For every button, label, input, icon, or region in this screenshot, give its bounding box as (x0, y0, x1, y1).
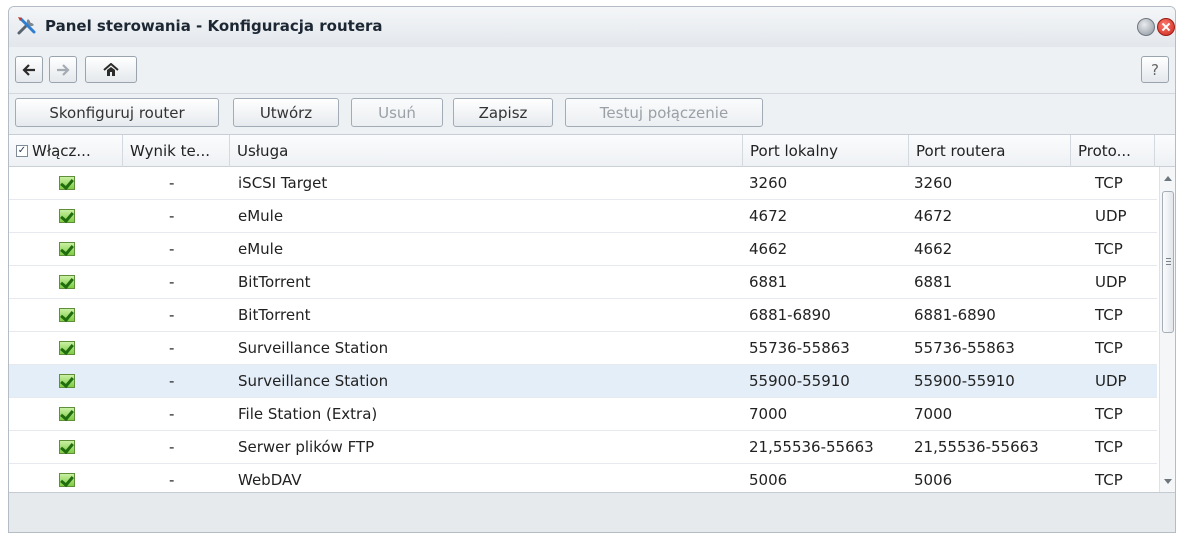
configure-router-button[interactable]: Skonfiguruj router (15, 98, 219, 127)
scroll-up-arrow-icon[interactable] (1164, 176, 1172, 181)
enabled-checkbox-icon[interactable] (59, 440, 75, 454)
cell-local-port: 4672 (749, 207, 788, 225)
table-row[interactable]: - iSCSI Target 3260 3260 TCP (9, 167, 1157, 200)
cell-local-port: 55900-55910 (749, 372, 850, 390)
cell-router-port: 55736-55863 (914, 339, 1015, 357)
header-router-port[interactable]: Port routera (909, 135, 1071, 167)
header-service[interactable]: Usługa (230, 135, 743, 167)
create-button[interactable]: Utwórz (233, 98, 339, 127)
table-row[interactable]: - BitTorrent 6881 6881 UDP (9, 266, 1157, 299)
enabled-checkbox-icon[interactable] (59, 407, 75, 421)
cell-service: eMule (238, 207, 284, 225)
router-config-window: Panel sterowania - Konfiguracja routera … (8, 6, 1176, 533)
cell-service: BitTorrent (238, 273, 311, 291)
cell-router-port: 21,55536-55663 (914, 438, 1039, 456)
port-forwarding-table: ✓ Włącz... Wynik te... Usługa Port lokaln… (9, 134, 1175, 497)
header-local-port[interactable]: Port lokalny (743, 135, 909, 167)
enabled-checkbox-icon[interactable] (59, 374, 75, 388)
cell-service: BitTorrent (238, 306, 311, 324)
arrow-right-icon (57, 63, 70, 76)
cell-protocol: TCP (1095, 438, 1123, 456)
cell-local-port: 4662 (749, 240, 788, 258)
table-row[interactable]: - eMule 4662 4662 TCP (9, 233, 1157, 266)
cell-service: Surveillance Station (238, 372, 389, 390)
cell-service: Surveillance Station (238, 339, 389, 357)
grip-icon (1166, 258, 1171, 265)
cell-result: - (169, 174, 175, 192)
cell-protocol: TCP (1095, 240, 1123, 258)
cell-protocol: UDP (1095, 273, 1127, 291)
table-row[interactable]: - BitTorrent 6881-6890 6881-6890 TCP (9, 299, 1157, 332)
cell-local-port: 21,55536-55663 (749, 438, 874, 456)
cell-router-port: 55900-55910 (914, 372, 1015, 390)
cell-local-port: 6881-6890 (749, 306, 831, 324)
arrow-left-icon (22, 63, 35, 76)
cell-protocol: TCP (1095, 405, 1123, 423)
cell-local-port: 7000 (749, 405, 788, 423)
table-row[interactable]: - Surveillance Station 55900-55910 55900-55… (9, 365, 1157, 398)
table-row[interactable]: - Serwer plików FTP 21,55536-55663 21,55536… (9, 431, 1157, 464)
home-icon (103, 62, 119, 76)
header-enabled[interactable]: ✓ Włącz... (9, 135, 123, 167)
window-title: Panel sterowania - Konfiguracja routera (45, 17, 383, 35)
cell-local-port: 55736-55863 (749, 339, 850, 357)
cell-result: - (169, 306, 175, 324)
table-row[interactable]: - Surveillance Station 55736-55863 55736-55… (9, 332, 1157, 365)
cell-protocol: TCP (1095, 339, 1123, 357)
cell-router-port: 7000 (914, 405, 953, 423)
cell-service: iSCSI Target (238, 174, 328, 192)
table-row[interactable]: - File Station (Extra) 7000 7000 TCP (9, 398, 1157, 431)
cell-local-port: 6881 (749, 273, 788, 291)
cell-service: eMule (238, 240, 284, 258)
select-all-checkbox[interactable]: ✓ (16, 144, 28, 157)
cell-service: File Station (Extra) (238, 405, 378, 423)
cell-service: Serwer plików FTP (238, 438, 375, 456)
cell-protocol: UDP (1095, 372, 1127, 390)
enabled-checkbox-icon[interactable] (59, 308, 75, 322)
title-bar[interactable]: Panel sterowania - Konfiguracja routera (9, 7, 1175, 47)
forward-button[interactable] (49, 56, 77, 83)
cell-router-port: 6881-6890 (914, 306, 996, 324)
enabled-checkbox-icon[interactable] (59, 242, 75, 256)
scroll-down-arrow-icon[interactable] (1164, 479, 1172, 484)
status-bar (9, 492, 1175, 532)
navigation-bar: ? (9, 47, 1175, 93)
delete-button[interactable]: Usuń (351, 98, 443, 127)
enabled-checkbox-icon[interactable] (59, 473, 75, 487)
cell-result: - (169, 372, 175, 390)
cell-result: - (169, 273, 175, 291)
minimize-button[interactable] (1137, 18, 1155, 36)
table-header: ✓ Włącz... Wynik te... Usługa Port lokaln… (9, 135, 1175, 167)
enabled-checkbox-icon[interactable] (59, 341, 75, 355)
scroll-thumb[interactable] (1162, 191, 1174, 333)
cell-router-port: 4672 (914, 207, 953, 225)
enabled-checkbox-icon[interactable] (59, 275, 75, 289)
home-button[interactable] (85, 56, 137, 83)
cell-result: - (169, 405, 175, 423)
cell-result: - (169, 240, 175, 258)
cell-router-port: 6881 (914, 273, 953, 291)
tools-icon (15, 14, 39, 38)
save-button[interactable]: Zapisz (453, 98, 553, 127)
help-button[interactable]: ? (1141, 56, 1169, 83)
cell-result: - (169, 207, 175, 225)
cell-router-port: 3260 (914, 174, 953, 192)
cell-result: - (169, 339, 175, 357)
action-toolbar: Skonfiguruj router Utwórz Usuń Zapisz Te… (9, 93, 1175, 133)
enabled-checkbox-icon[interactable] (59, 209, 75, 223)
cell-local-port: 3260 (749, 174, 788, 192)
cell-router-port: 4662 (914, 240, 953, 258)
cell-protocol: UDP (1095, 207, 1127, 225)
cell-protocol: TCP (1095, 174, 1123, 192)
back-button[interactable] (15, 56, 43, 83)
header-test-result[interactable]: Wynik te... (123, 135, 230, 167)
table-row[interactable]: - eMule 4672 4672 UDP (9, 200, 1157, 233)
cell-result: - (169, 438, 175, 456)
vertical-scrollbar[interactable] (1159, 167, 1175, 493)
test-connection-button[interactable]: Testuj połączenie (565, 98, 763, 127)
header-protocol[interactable]: Proto... (1071, 135, 1155, 167)
cell-protocol: TCP (1095, 306, 1123, 324)
enabled-checkbox-icon[interactable] (59, 176, 75, 190)
close-button[interactable] (1157, 18, 1175, 36)
